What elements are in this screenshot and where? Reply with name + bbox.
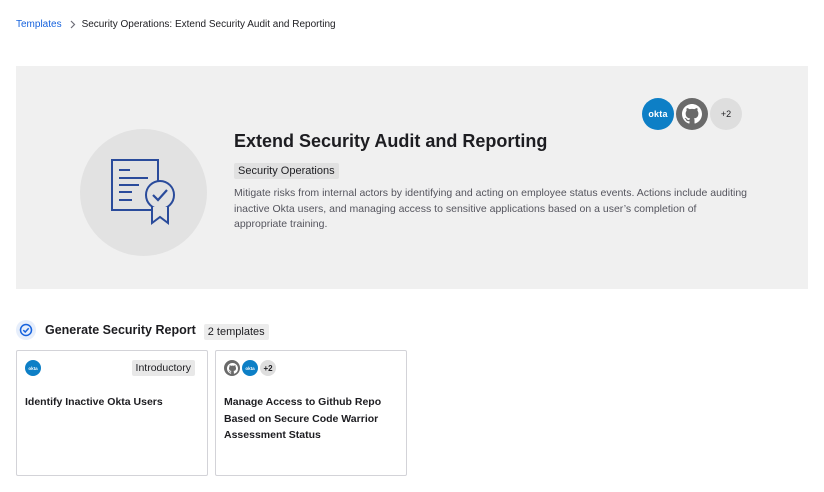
card-app-icons: okta [25,360,43,376]
card-title: Identify Inactive Okta Users [25,396,163,408]
breadcrumb: Templates Security Operations: Extend Se… [16,19,336,30]
more-apps-badge: +2 [710,98,742,130]
more-apps-badge: +2 [260,360,276,376]
certificate-icon [80,129,207,256]
github-icon [224,360,240,376]
check-circle-icon [16,320,36,340]
okta-logo-icon: okta [642,98,674,130]
template-count-badge: 2 templates [203,324,269,340]
page-title: Extend Security Audit and Reporting [234,131,548,151]
section-title: Generate Security Report [45,323,196,337]
category-tag: Security Operations [234,163,339,179]
template-card-manage-access-github-repo[interactable]: okta +2 Manage Access to Github Repo Bas… [215,350,407,476]
template-card-identify-inactive-okta-users[interactable]: okta Introductory Identify Inactive Okta… [16,350,208,476]
hero-panel: okta +2 Extend Security Audit and Report… [16,66,808,289]
okta-logo-icon: okta [25,360,41,376]
okta-logo-icon: okta [242,360,258,376]
difficulty-badge: Introductory [131,360,195,376]
hero-description: Mitigate risks from internal actors by i… [234,187,748,230]
section-header: Generate Security Report 2 templates [16,320,269,340]
github-icon [676,98,708,130]
card-title: Manage Access to Github Repo Based on Se… [224,396,382,441]
breadcrumb-current: Security Operations: Extend Security Aud… [81,19,336,30]
chevron-right-icon [70,20,76,29]
hero-app-icons: okta +2 [642,98,744,130]
breadcrumb-templates-link[interactable]: Templates [16,19,62,30]
card-app-icons: okta +2 [224,360,278,376]
